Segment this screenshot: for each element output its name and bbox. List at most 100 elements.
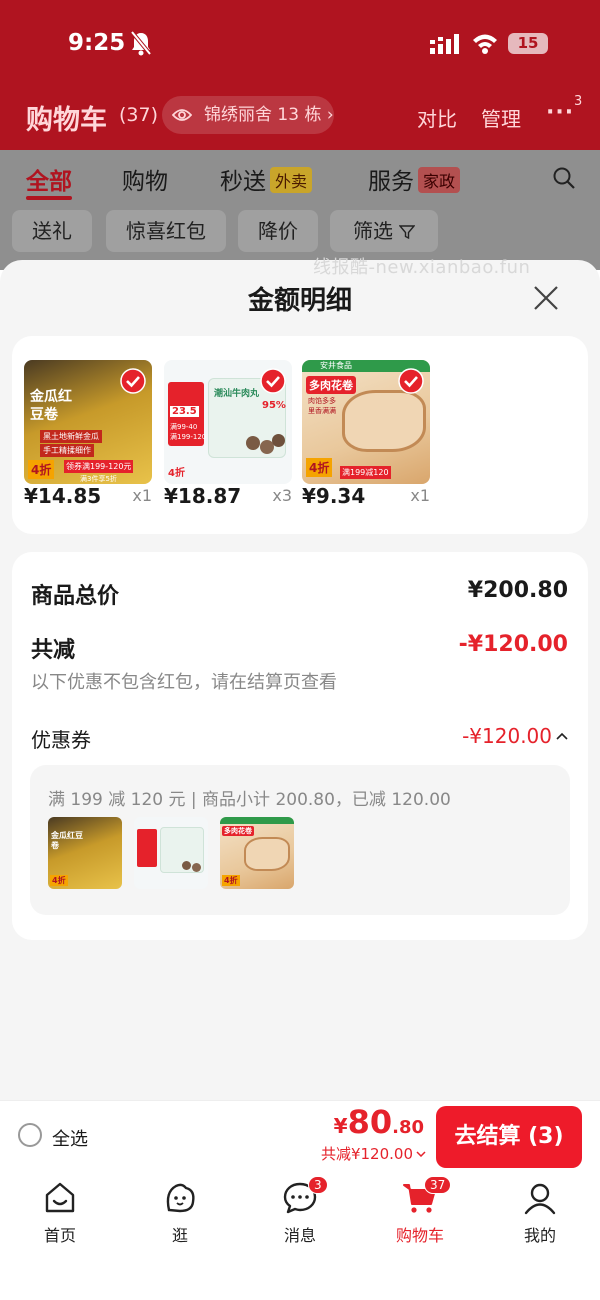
tabbar-browse[interactable]: 逛: [140, 1180, 220, 1246]
messages-badge: 3: [308, 1176, 328, 1194]
product-image-title: 金瓜红豆卷: [30, 389, 72, 423]
thumb-meatball: [182, 861, 191, 870]
total-price-value: ¥200.80: [467, 578, 568, 603]
housekeeping-tag: 家政: [418, 167, 461, 193]
home-icon: [45, 1182, 75, 1213]
thumb-meatball: [192, 863, 201, 872]
chevron-up-icon: [556, 732, 568, 740]
more-menu-button[interactable]: ···: [546, 100, 574, 125]
coupon-detail-box: 满 199 减 120 元 | 商品小计 200.80，已减 120.00 金瓜…: [30, 765, 570, 915]
filter-gift[interactable]: 送礼: [12, 210, 92, 252]
active-tab-indicator: [26, 196, 72, 200]
compare-button[interactable]: 对比: [417, 103, 457, 132]
tabbar-messages[interactable]: 3 消息: [260, 1176, 340, 1246]
thumb-discount: 4折: [222, 875, 240, 886]
product-quantity: x3: [272, 486, 292, 505]
manage-button[interactable]: 管理: [481, 103, 521, 132]
filter-chips: 送礼 惊喜红包 降价 筛选: [0, 210, 600, 254]
tabbar-label: 我的: [523, 1226, 556, 1245]
tab-instant-delivery[interactable]: 秒送 外卖: [220, 162, 313, 196]
product-image-food: [342, 390, 426, 452]
checked-icon[interactable]: [260, 368, 286, 394]
coupon-toggle[interactable]: -¥120.00: [462, 724, 568, 748]
product-image-sub2: 手工精揉细作: [40, 444, 94, 457]
tabbar-profile[interactable]: 我的: [500, 1180, 580, 1246]
product-image-promo: 满99-40: [170, 423, 198, 431]
product-price: ¥14.85: [24, 484, 102, 508]
tab-label: 服务: [368, 169, 414, 195]
bell-off-icon: [130, 30, 152, 56]
filter-button[interactable]: 筛选: [330, 210, 438, 252]
product-image-sub2: 里香满满: [308, 407, 336, 415]
eye-icon: [172, 109, 192, 121]
product-image-discount: 4折: [28, 460, 55, 479]
product-image-percent: 95%: [262, 400, 286, 411]
takeout-tag: 外卖: [270, 167, 313, 193]
discount-summary: 共减¥120.00: [320, 1145, 413, 1163]
tab-shopping[interactable]: 购物: [122, 162, 168, 196]
watermark-text: 线报酷-new.xianbao.fun: [313, 257, 531, 278]
page-title: 购物车: [26, 105, 107, 136]
total-reduction-label: 共减: [31, 638, 76, 663]
product-image-title: 多肉花卷: [306, 376, 356, 394]
tabbar-cart[interactable]: 37 购物车: [380, 1176, 460, 1246]
checked-icon[interactable]: [398, 368, 424, 394]
tabbar-label: 首页: [43, 1226, 76, 1245]
select-all-checkbox[interactable]: [18, 1123, 42, 1147]
cart-badge: 37: [424, 1176, 452, 1194]
thumb-food: [244, 837, 290, 871]
checked-icon[interactable]: [120, 368, 146, 394]
coupon-product-thumbnail: 多肉花卷 4折: [220, 817, 294, 889]
meatball: [246, 436, 260, 450]
checkout-button[interactable]: 去结算 (3): [436, 1106, 582, 1168]
profile-icon: [524, 1183, 556, 1215]
tab-services[interactable]: 服务 家政: [368, 162, 461, 196]
filter-price-drop[interactable]: 降价: [238, 210, 318, 252]
product-image-title: 潮汕牛肉丸: [214, 389, 260, 399]
select-all-label[interactable]: 全选: [52, 1125, 88, 1151]
product-quantity: x1: [410, 486, 430, 505]
coupon-product-thumbnail: [134, 817, 208, 889]
total-decimal: .80: [392, 1117, 424, 1138]
discount-summary-toggle[interactable]: 共减¥120.00: [321, 1143, 426, 1164]
chevron-right-icon: ›: [326, 105, 334, 125]
signal-icon: [430, 34, 459, 54]
close-icon[interactable]: [530, 282, 562, 314]
thumb-title: 金瓜红豆卷: [51, 831, 83, 850]
cart-header: 购物车 (37) 锦绣丽舍 13 栋 › 对比 管理 ··· 3: [0, 94, 600, 140]
address-selector[interactable]: 锦绣丽舍 13 栋 ›: [162, 96, 334, 134]
discount-note: 以下优惠不包含红包，请在结算页查看: [31, 672, 337, 693]
tab-all[interactable]: 全部: [26, 162, 72, 196]
filter-label: 筛选: [353, 219, 393, 243]
search-icon[interactable]: [552, 166, 576, 190]
browse-icon: [166, 1183, 195, 1213]
payable-total: ¥80.80: [334, 1103, 424, 1141]
tabbar-label: 消息: [283, 1226, 316, 1245]
sheet-title: 金额明细: [247, 286, 352, 316]
funnel-icon: [399, 225, 415, 240]
thumb-brand-bar: [220, 817, 294, 824]
status-bar: 9:25 15: [0, 22, 600, 66]
product-image-promo2: 满199-120: [170, 433, 207, 441]
product-image-sub: 黑土地新鲜金瓜: [40, 430, 102, 443]
tabbar-home[interactable]: 首页: [20, 1180, 100, 1246]
thumb-price-tag: [137, 829, 157, 867]
coupon-description: 满 199 减 120 元 | 商品小计 200.80，已减 120.00: [48, 790, 451, 810]
product-image-promo: 满199减120: [340, 466, 391, 479]
coupon-value: -¥120.00: [462, 724, 552, 748]
tabbar-label: 逛: [171, 1226, 188, 1245]
product-image-bottom: 满3件享5折: [80, 475, 117, 483]
amount-detail-sheet: 线报酷-new.xianbao.fun 金额明细 金瓜红豆卷 黑土地新鲜金瓜 手…: [0, 257, 600, 1100]
coupon-label: 优惠券: [31, 728, 91, 752]
category-tabs: 全部 购物 秒送 外卖 服务 家政: [0, 160, 600, 200]
meatball: [272, 434, 285, 447]
product-quantity: x1: [132, 486, 152, 505]
tabbar-label: 购物车: [395, 1226, 444, 1245]
product-price: ¥9.34: [302, 484, 366, 508]
checkout-bar: 全选 ¥80.80 共减¥120.00 去结算 (3): [0, 1100, 600, 1172]
thumb-discount: 4折: [50, 875, 68, 886]
currency-symbol: ¥: [333, 1114, 348, 1138]
more-badge: 3: [574, 94, 583, 109]
filter-surprise-redpacket[interactable]: 惊喜红包: [106, 210, 226, 252]
product-image-brand: 安井食品: [320, 361, 352, 370]
